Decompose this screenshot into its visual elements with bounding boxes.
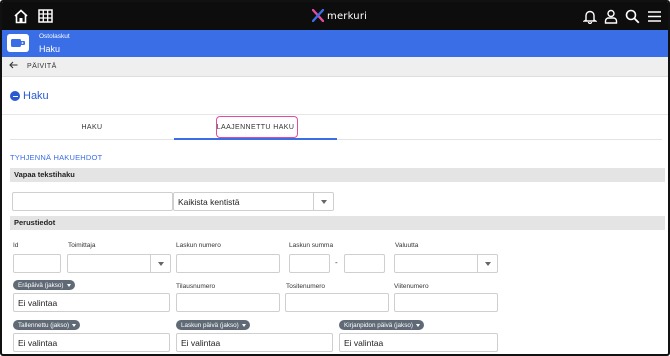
brand-name: merkuri xyxy=(327,10,368,22)
currency-select[interactable] xyxy=(394,254,498,273)
label-reference-number: Viitenumero xyxy=(394,283,429,290)
tab-highlight-box xyxy=(216,116,298,138)
invoice-date-value: Ei valintaa xyxy=(181,338,221,348)
module-subtitle: Ostolaskut xyxy=(39,33,70,40)
label-invoice-number: Laskun numero xyxy=(176,242,221,249)
chevron-down-icon xyxy=(241,323,246,327)
range-dash: - xyxy=(335,258,338,267)
free-text-input[interactable] xyxy=(12,192,173,211)
sum-max-input[interactable] xyxy=(344,254,385,273)
sum-min-input[interactable] xyxy=(289,254,330,273)
invoice-date-label: Laskun päivä (jakso) xyxy=(181,321,239,329)
module-title: Haku xyxy=(39,44,61,54)
accounting-date-label: Kirjanpidon päivä (jakso) xyxy=(344,321,413,329)
order-number-input[interactable] xyxy=(176,293,280,312)
search-icon[interactable] xyxy=(623,7,641,25)
page-heading[interactable]: Haku xyxy=(10,90,49,102)
chevron-down-icon xyxy=(66,283,71,287)
grid-icon[interactable] xyxy=(36,7,54,25)
section-basic-info: Perustiedot xyxy=(10,216,665,230)
due-date-label: Eräpäivä (jakso) xyxy=(18,281,64,289)
saved-date-input[interactable]: Ei valintaa xyxy=(13,333,170,352)
search-scope-select[interactable]: Kaikista kentistä xyxy=(173,192,334,211)
id-input[interactable] xyxy=(13,254,61,273)
due-date-value: Ei valintaa xyxy=(18,298,58,308)
chevron-down-icon[interactable] xyxy=(313,193,333,210)
label-invoice-sum: Laskun summa xyxy=(289,242,334,249)
toolbar: PÄIVITÄ xyxy=(2,57,668,77)
section-free-text: Vapaa tekstihaku xyxy=(10,168,665,182)
chevron-down-icon[interactable] xyxy=(477,255,497,272)
chevron-down-icon xyxy=(415,323,420,327)
invoice-number-input[interactable] xyxy=(176,254,280,273)
label-supplier: Toimittaja xyxy=(68,242,96,249)
clear-search-link[interactable]: TYHJENNÄ HAKUEHDOT xyxy=(10,153,102,162)
bell-icon[interactable] xyxy=(581,7,599,25)
user-icon[interactable] xyxy=(602,7,620,25)
chevron-down-icon xyxy=(72,323,77,327)
invoice-date-period-dropdown[interactable]: Laskun päivä (jakso) xyxy=(176,320,250,330)
label-voucher-number: Tositenumero xyxy=(286,283,326,290)
accounting-date-value: Ei valintaa xyxy=(344,338,384,348)
collapse-icon[interactable] xyxy=(10,91,20,101)
due-date-period-dropdown[interactable]: Eräpäivä (jakso) xyxy=(13,280,75,290)
label-order-number: Tilausnumero xyxy=(176,283,216,290)
saved-period-dropdown[interactable]: Tallennettu (jakso) xyxy=(13,320,81,330)
home-icon[interactable] xyxy=(12,7,30,25)
label-currency: Valuutta xyxy=(395,242,419,249)
search-scope-value: Kaikista kentistä xyxy=(178,197,240,207)
accounting-date-input[interactable]: Ei valintaa xyxy=(339,333,498,352)
page-title: Haku xyxy=(23,90,49,102)
back-arrow-icon[interactable] xyxy=(9,61,18,72)
merkuri-logo-icon xyxy=(311,8,325,24)
voucher-number-input[interactable] xyxy=(285,293,389,312)
saved-label: Tallennettu (jakso) xyxy=(18,321,70,329)
top-bar: merkuri xyxy=(2,2,668,30)
tab-haku[interactable]: HAKU xyxy=(10,115,174,139)
menu-icon[interactable] xyxy=(645,7,663,25)
accounting-date-period-dropdown[interactable]: Kirjanpidon päivä (jakso) xyxy=(339,320,424,330)
supplier-select[interactable] xyxy=(67,254,171,273)
label-id: Id xyxy=(13,242,19,249)
chevron-down-icon[interactable] xyxy=(150,255,170,272)
due-date-input[interactable]: Ei valintaa xyxy=(13,293,170,312)
reference-number-input[interactable] xyxy=(394,293,498,312)
brand-logo: merkuri xyxy=(311,8,368,24)
invoice-module-icon xyxy=(7,34,29,52)
invoice-date-input[interactable]: Ei valintaa xyxy=(176,333,333,352)
module-bar: Ostolaskut Haku xyxy=(2,30,668,57)
refresh-button[interactable]: PÄIVITÄ xyxy=(27,63,57,70)
active-tab-indicator xyxy=(174,138,337,140)
app-window: merkuri Ostolaskut Haku PÄIVITÄ Haku HAK… xyxy=(0,0,670,356)
saved-date-value: Ei valintaa xyxy=(18,338,58,348)
